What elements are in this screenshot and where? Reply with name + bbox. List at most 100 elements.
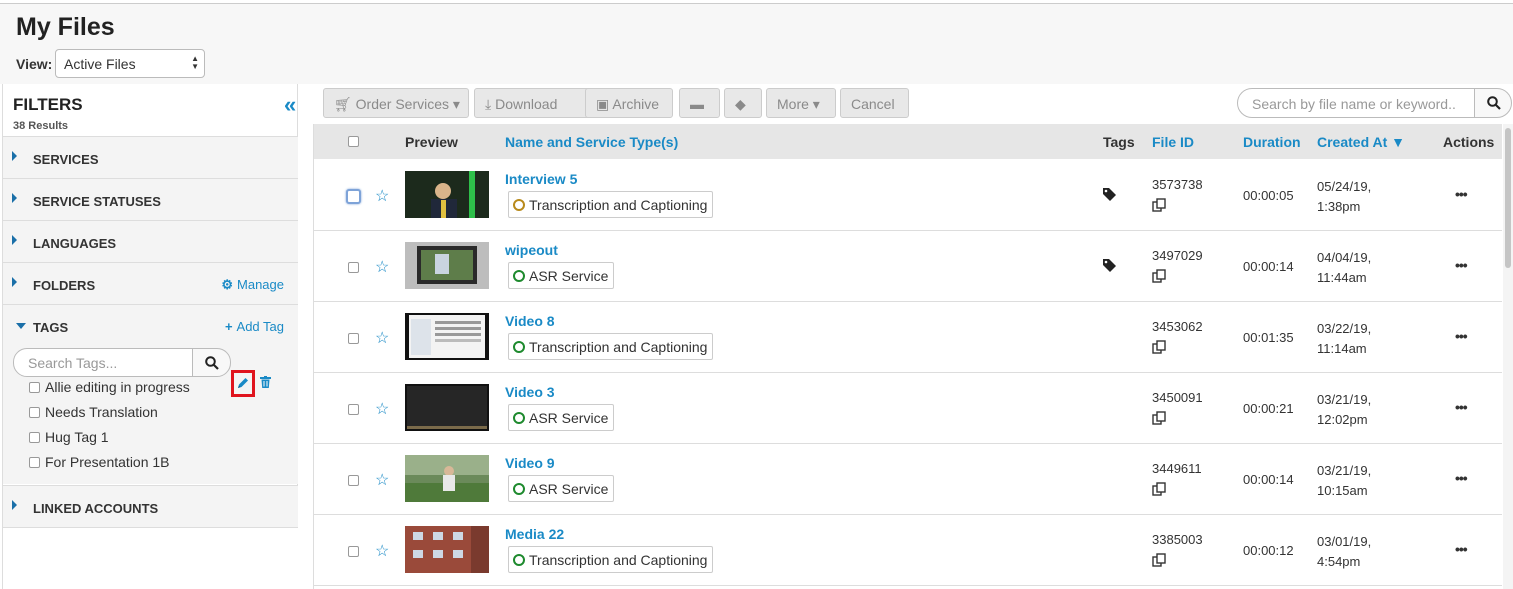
manage-label: Manage <box>237 277 284 292</box>
row-checkbox[interactable] <box>348 333 359 344</box>
more-actions-icon[interactable]: ••• <box>1455 328 1468 344</box>
scrollbar-thumb[interactable] <box>1505 128 1511 268</box>
filter-service-statuses[interactable]: SERVICE STATUSES <box>3 178 298 220</box>
video-thumbnail[interactable] <box>405 384 489 431</box>
created-date: 03/22/19, <box>1317 321 1372 336</box>
filter-linked-accounts[interactable]: LINKED ACCOUNTS <box>3 485 298 527</box>
row-checkbox[interactable] <box>346 189 361 204</box>
more-actions-icon[interactable]: ••• <box>1455 541 1468 557</box>
tag-item[interactable]: For Presentation 1B <box>29 454 170 470</box>
filter-label: SERVICE STATUSES <box>33 194 161 209</box>
file-name-link[interactable]: wipeout <box>505 242 558 258</box>
file-search-input[interactable]: Search by file name or keyword.. <box>1237 88 1475 118</box>
duration: 00:00:14 <box>1243 472 1294 487</box>
table-row[interactable]: ☆ Video 8 Transcription and Captioning 3453… <box>314 302 1502 373</box>
file-search-button[interactable] <box>1474 88 1512 118</box>
copy-icon[interactable] <box>1152 340 1166 354</box>
row-checkbox[interactable] <box>348 404 359 415</box>
video-thumbnail[interactable] <box>405 526 489 573</box>
filter-languages[interactable]: LANGUAGES <box>3 220 298 262</box>
more-actions-icon[interactable]: ••• <box>1455 186 1468 202</box>
archive-button[interactable]: ▣ Archive <box>585 88 673 118</box>
add-tag-link[interactable]: + Add Tag <box>225 319 284 334</box>
tag-button[interactable]: ◆ <box>724 88 762 118</box>
copy-icon[interactable] <box>1152 269 1166 283</box>
header-created-at[interactable]: Created At ▼ <box>1317 134 1405 150</box>
table-row[interactable]: ☆ Interview 5 Transcription and Captioning… <box>314 160 1502 231</box>
tag-item[interactable]: Needs Translation <box>29 404 158 420</box>
table-row[interactable]: ☆ Media 22 Transcription and Captioning 338… <box>314 515 1502 586</box>
file-name-link[interactable]: Interview 5 <box>505 171 577 187</box>
filter-services[interactable]: SERVICES <box>3 136 298 178</box>
tag-search-button[interactable] <box>192 348 231 377</box>
caret-right-icon <box>12 500 17 510</box>
manage-folders-link[interactable]: ⚙ Manage <box>221 277 284 293</box>
service-badge[interactable]: Transcription and Captioning <box>508 333 714 360</box>
copy-icon[interactable] <box>1152 411 1166 425</box>
cancel-button[interactable]: Cancel <box>840 88 909 118</box>
filter-folders[interactable]: FOLDERS ⚙ Manage <box>3 262 298 304</box>
copy-icon[interactable] <box>1152 482 1166 496</box>
caret-right-icon <box>12 151 17 161</box>
video-thumbnail[interactable] <box>405 455 489 502</box>
header-file-id[interactable]: File ID <box>1152 134 1194 150</box>
download-button[interactable]: ⤓ Download <box>474 88 592 118</box>
more-actions-icon[interactable]: ••• <box>1455 399 1468 415</box>
tag-checkbox[interactable] <box>29 407 40 418</box>
more-button[interactable]: More ▾ <box>766 88 836 118</box>
table-row[interactable]: ☆ Video 9 ASR Service 3449611 00:00:14 03/21/… <box>314 444 1502 515</box>
star-icon[interactable]: ☆ <box>375 399 389 419</box>
tag-item[interactable]: Hug Tag 1 <box>29 429 109 445</box>
tag-checkbox[interactable] <box>29 432 40 443</box>
collapse-sidebar-icon[interactable]: « <box>284 92 296 118</box>
select-all-checkbox[interactable] <box>348 136 359 147</box>
tag-checkbox[interactable] <box>29 457 40 468</box>
file-name-link[interactable]: Video 3 <box>505 384 555 400</box>
row-checkbox[interactable] <box>348 262 359 273</box>
caret-right-icon <box>12 193 17 203</box>
trash-icon[interactable] <box>260 376 271 388</box>
tag-search-input[interactable]: Search Tags... <box>13 348 193 377</box>
star-icon[interactable]: ☆ <box>375 186 389 206</box>
video-thumbnail[interactable] <box>405 171 489 218</box>
view-select[interactable]: Active Files ▲ ▼ <box>55 49 205 78</box>
table-row[interactable]: ☆ Video 3 ASR Service 3450091 00:00:21 03/21/… <box>314 373 1502 444</box>
star-icon[interactable]: ☆ <box>375 541 389 561</box>
copy-icon[interactable] <box>1152 198 1166 212</box>
copy-icon[interactable] <box>1152 553 1166 567</box>
more-actions-icon[interactable]: ••• <box>1455 470 1468 486</box>
star-icon[interactable]: ☆ <box>375 470 389 490</box>
row-checkbox[interactable] <box>348 546 359 557</box>
service-badge[interactable]: Transcription and Captioning <box>508 546 714 573</box>
header-duration[interactable]: Duration <box>1243 134 1301 150</box>
tag-checkbox[interactable] <box>29 382 40 393</box>
tag-item[interactable]: Allie editing in progress <box>29 379 190 395</box>
edit-tag-button[interactable] <box>231 370 255 397</box>
page-header: My Files View: Active Files ▲ ▼ <box>0 4 1513 84</box>
service-badge[interactable]: ASR Service <box>508 404 615 431</box>
order-services-button[interactable]: 🛒︎ Order Services ▾ <box>323 88 469 118</box>
check-circle-icon <box>513 554 525 566</box>
file-name-link[interactable]: Media 22 <box>505 526 564 542</box>
row-checkbox[interactable] <box>348 475 359 486</box>
folder-button[interactable]: ▬ <box>679 88 720 118</box>
video-thumbnail[interactable] <box>405 242 489 289</box>
tag-icon: ◆ <box>735 96 746 112</box>
file-name-link[interactable]: Video 9 <box>505 455 555 471</box>
service-badge[interactable]: ASR Service <box>508 475 615 502</box>
table-row[interactable]: ☆ wipeout ASR Service 3497029 00:00:14 04/04/… <box>314 231 1502 302</box>
tag-icon[interactable] <box>1103 188 1116 201</box>
filter-tags[interactable]: TAGS + Add Tag <box>3 304 298 346</box>
header-name[interactable]: Name and Service Type(s) <box>505 134 678 150</box>
star-icon[interactable]: ☆ <box>375 257 389 277</box>
video-thumbnail[interactable] <box>405 313 489 360</box>
results-count: 38 Results <box>13 120 69 132</box>
more-actions-icon[interactable]: ••• <box>1455 257 1468 273</box>
file-name-link[interactable]: Video 8 <box>505 313 555 329</box>
scrollbar[interactable] <box>1503 124 1513 589</box>
order-services-label: Order Services <box>355 96 450 112</box>
service-badge[interactable]: ASR Service <box>508 262 615 289</box>
tag-icon[interactable] <box>1103 259 1116 272</box>
service-badge[interactable]: Transcription and Captioning <box>508 191 714 218</box>
star-icon[interactable]: ☆ <box>375 328 389 348</box>
